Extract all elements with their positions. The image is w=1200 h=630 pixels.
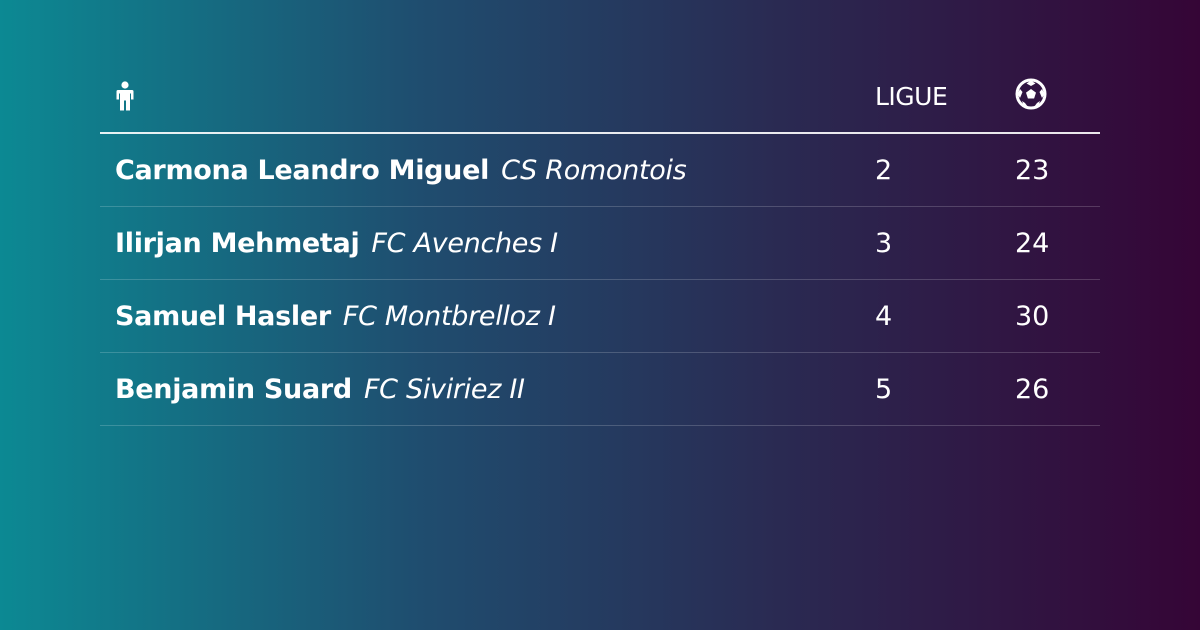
player-name: Samuel Hasler [115, 300, 331, 332]
player-cell: Carmona Leandro Miguel CS Romontois [100, 155, 875, 186]
league-column-header: LIGUE [875, 82, 1015, 111]
club-name: FC Siviriez II [363, 373, 525, 405]
table-row: Carmona Leandro Miguel CS Romontois 2 23 [100, 134, 1100, 207]
player-cell: Ilirjan Mehmetaj FC Avenches I [100, 228, 875, 259]
table-row: Samuel Hasler FC Montbrelloz I 4 30 [100, 280, 1100, 353]
scorers-table: LIGUE Carmona Leandro Miguel CS Romontoi… [100, 60, 1100, 426]
league-cell: 2 [875, 154, 893, 186]
player-cell: Samuel Hasler FC Montbrelloz I [100, 301, 875, 332]
league-cell: 3 [875, 227, 893, 259]
person-icon [115, 81, 135, 111]
club-name: FC Avenches I [371, 227, 558, 259]
player-name: Ilirjan Mehmetaj [115, 227, 360, 259]
player-name: Benjamin Suard [115, 373, 352, 405]
goals-cell: 24 [1015, 227, 1050, 259]
table-row: Benjamin Suard FC Siviriez II 5 26 [100, 353, 1100, 426]
player-column-header [100, 81, 875, 111]
club-name: CS Romontois [501, 154, 687, 186]
league-header-label: LIGUE [875, 81, 948, 111]
club-name: FC Montbrelloz I [342, 300, 556, 332]
league-cell: 5 [875, 373, 893, 405]
player-name: Carmona Leandro Miguel [115, 154, 490, 186]
league-cell: 4 [875, 300, 893, 332]
goals-column-header [1015, 78, 1100, 114]
table-row: Ilirjan Mehmetaj FC Avenches I 3 24 [100, 207, 1100, 280]
goals-cell: 30 [1015, 300, 1050, 332]
player-cell: Benjamin Suard FC Siviriez II [100, 374, 875, 405]
goals-cell: 26 [1015, 373, 1050, 405]
table-header: LIGUE [100, 60, 1100, 134]
goals-cell: 23 [1015, 154, 1050, 186]
soccer-ball-icon [1015, 78, 1047, 110]
